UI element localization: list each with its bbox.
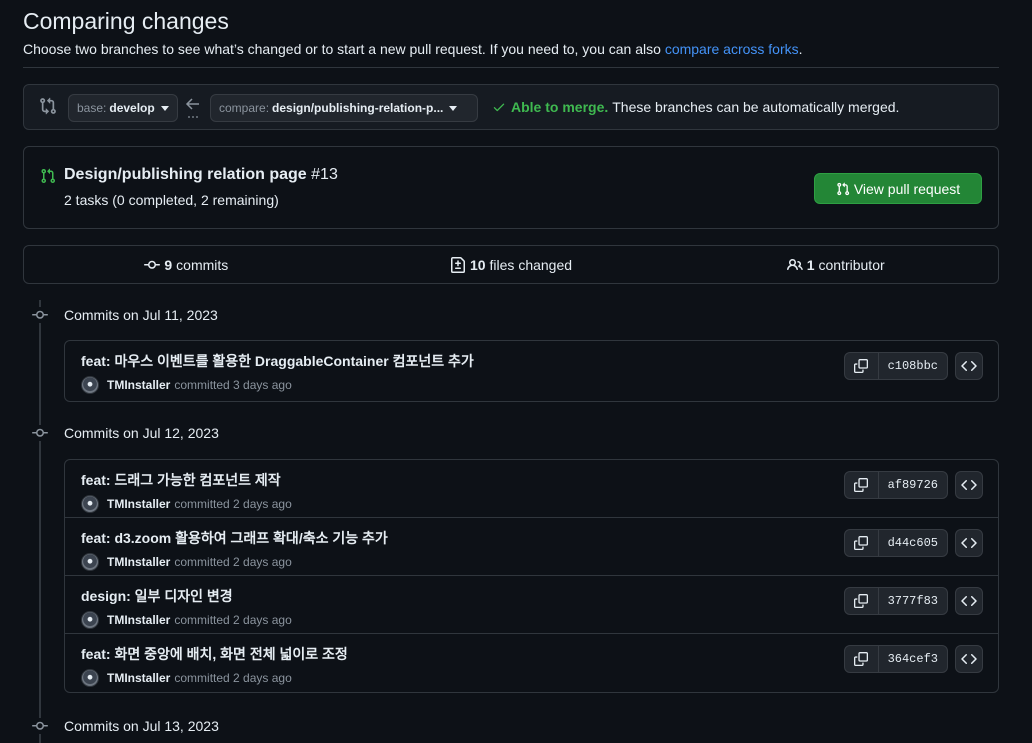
commit-time: committed 2 days ago [174, 497, 292, 511]
copy-icon [854, 594, 869, 608]
avatar[interactable] [81, 376, 99, 394]
chevron-down-icon [160, 105, 169, 111]
compare-across-forks-link[interactable]: compare across forks [665, 41, 799, 57]
copy-sha-button[interactable] [845, 588, 879, 614]
git-pull-request-icon [41, 168, 56, 184]
copy-icon [854, 536, 869, 550]
code-icon [961, 537, 977, 549]
commit-author[interactable]: TMInstaller [107, 555, 170, 569]
compare-label: compare: [219, 101, 270, 115]
sha-button-group: af89726 [843, 471, 948, 499]
browse-repo-button[interactable] [955, 471, 983, 499]
commit-time: committed 2 days ago [174, 613, 292, 627]
people-icon [786, 258, 803, 270]
tab-contributors[interactable]: 1 contributor [673, 246, 998, 283]
sha-button-group: 3777f83 [843, 587, 948, 615]
merge-detail-text: These branches can be automatically merg… [612, 99, 900, 115]
copy-icon [854, 652, 869, 666]
page-description: Choose two branches to see what’s change… [23, 41, 803, 57]
arrow-left-icon [185, 98, 199, 118]
sha-button-group: c108bbc [843, 352, 948, 380]
commit-author[interactable]: TMInstaller [107, 613, 170, 627]
commit-message[interactable]: feat: 마우스 이벤트를 활용한 DraggableContainer 컴포… [81, 351, 474, 371]
git-commit-icon [32, 307, 48, 323]
copy-sha-button[interactable] [845, 530, 879, 556]
commit-time: committed 2 days ago [174, 555, 292, 569]
copy-sha-button[interactable] [845, 353, 879, 379]
copy-sha-button[interactable] [845, 646, 879, 672]
tab-files-changed[interactable]: 10 files changed [349, 246, 674, 283]
pr-title[interactable]: Design/publishing relation page #13 [64, 166, 338, 184]
check-icon [493, 103, 505, 112]
commit-row: design: 일부 디자인 변경 TMInstaller committed 2… [65, 576, 998, 634]
page-title: Comparing changes [23, 8, 229, 34]
commit-sha-link[interactable]: 364cef3 [879, 646, 947, 672]
commit-message[interactable]: design: 일부 디자인 변경 [81, 586, 233, 606]
tab-commits[interactable]: 9 commits [24, 246, 349, 283]
commit-row: feat: 드래그 가능한 컴포넌트 제작 TMInstaller committ… [65, 460, 998, 518]
pr-tasks: 2 tasks (0 completed, 2 remaining) [64, 192, 279, 208]
code-icon [961, 360, 977, 372]
git-commit-icon [32, 718, 48, 734]
commit-time: committed 2 days ago [174, 671, 292, 685]
sha-button-group: d44c605 [843, 529, 948, 557]
header-divider [23, 67, 999, 68]
browse-repo-button[interactable] [955, 645, 983, 673]
commit-row: feat: 마우스 이벤트를 활용한 DraggableContainer 컴포… [65, 341, 998, 401]
merge-status: Able to merge. These branches can be aut… [492, 99, 899, 115]
view-pull-request-button[interactable]: View pull request [814, 173, 982, 204]
git-pull-request-icon [837, 182, 849, 195]
avatar[interactable] [81, 669, 99, 687]
commit-group: feat: 드래그 가능한 컴포넌트 제작 TMInstaller committ… [64, 459, 999, 693]
compare-branch-select[interactable]: compare: design/publishing-relation-p... [210, 94, 478, 122]
day-heading: Commits on Jul 11, 2023 [32, 305, 218, 325]
commit-row: feat: 화면 중앙에 배치, 화면 전체 넓이로 조정 TMInstalle… [65, 634, 998, 692]
browse-repo-button[interactable] [955, 529, 983, 557]
chevron-down-icon [449, 105, 458, 111]
git-commit-icon [144, 260, 161, 269]
merge-ok-text: Able to merge. [511, 99, 609, 115]
avatar[interactable] [81, 553, 99, 571]
code-icon [961, 653, 977, 665]
commit-author[interactable]: TMInstaller [107, 497, 170, 511]
range-editor: base: develop compare: design/publishing… [23, 84, 999, 130]
base-value: develop [109, 101, 155, 115]
commit-message[interactable]: feat: 드래그 가능한 컴포넌트 제작 [81, 470, 281, 490]
sha-button-group: 364cef3 [843, 645, 948, 673]
commit-sha-link[interactable]: 3777f83 [879, 588, 947, 614]
commit-group: feat: 마우스 이벤트를 활용한 DraggableContainer 컴포… [64, 340, 999, 402]
compare-stats: 9 commits 10 files changed 1 contributor [23, 245, 999, 284]
avatar[interactable] [81, 495, 99, 513]
avatar[interactable] [81, 611, 99, 629]
compare-value: design/publishing-relation-p... [272, 101, 444, 115]
commit-sha-link[interactable]: af89726 [879, 472, 947, 498]
commit-author[interactable]: TMInstaller [107, 378, 170, 392]
commit-author[interactable]: TMInstaller [107, 671, 170, 685]
browse-repo-button[interactable] [955, 587, 983, 615]
commit-row: feat: d3.zoom 활용하여 그래프 확대/축소 기능 추가 TMIns… [65, 518, 998, 576]
code-icon [961, 479, 977, 491]
copy-sha-button[interactable] [845, 472, 879, 498]
commit-sha-link[interactable]: c108bbc [879, 353, 947, 379]
browse-repo-button[interactable] [955, 352, 983, 380]
base-branch-select[interactable]: base: develop [68, 94, 178, 122]
pr-number: #13 [311, 166, 338, 183]
copy-icon [854, 478, 869, 492]
code-icon [961, 595, 977, 607]
git-compare-icon [40, 97, 56, 115]
compare-header: Comparing changes Choose two branches to… [23, 6, 999, 58]
timeline-line [39, 300, 41, 743]
existing-pull-request: Design/publishing relation page #13 2 ta… [23, 146, 999, 229]
day-heading: Commits on Jul 13, 2023 [32, 716, 219, 736]
copy-icon [854, 359, 869, 373]
day-heading: Commits on Jul 12, 2023 [32, 423, 219, 443]
base-label: base: [77, 101, 107, 115]
commit-message[interactable]: feat: d3.zoom 활용하여 그래프 확대/축소 기능 추가 [81, 528, 388, 548]
commit-sha-link[interactable]: d44c605 [879, 530, 947, 556]
commit-time: committed 3 days ago [174, 378, 292, 392]
file-diff-icon [450, 256, 465, 273]
commit-message[interactable]: feat: 화면 중앙에 배치, 화면 전체 넓이로 조정 [81, 644, 348, 664]
git-commit-icon [32, 425, 48, 441]
